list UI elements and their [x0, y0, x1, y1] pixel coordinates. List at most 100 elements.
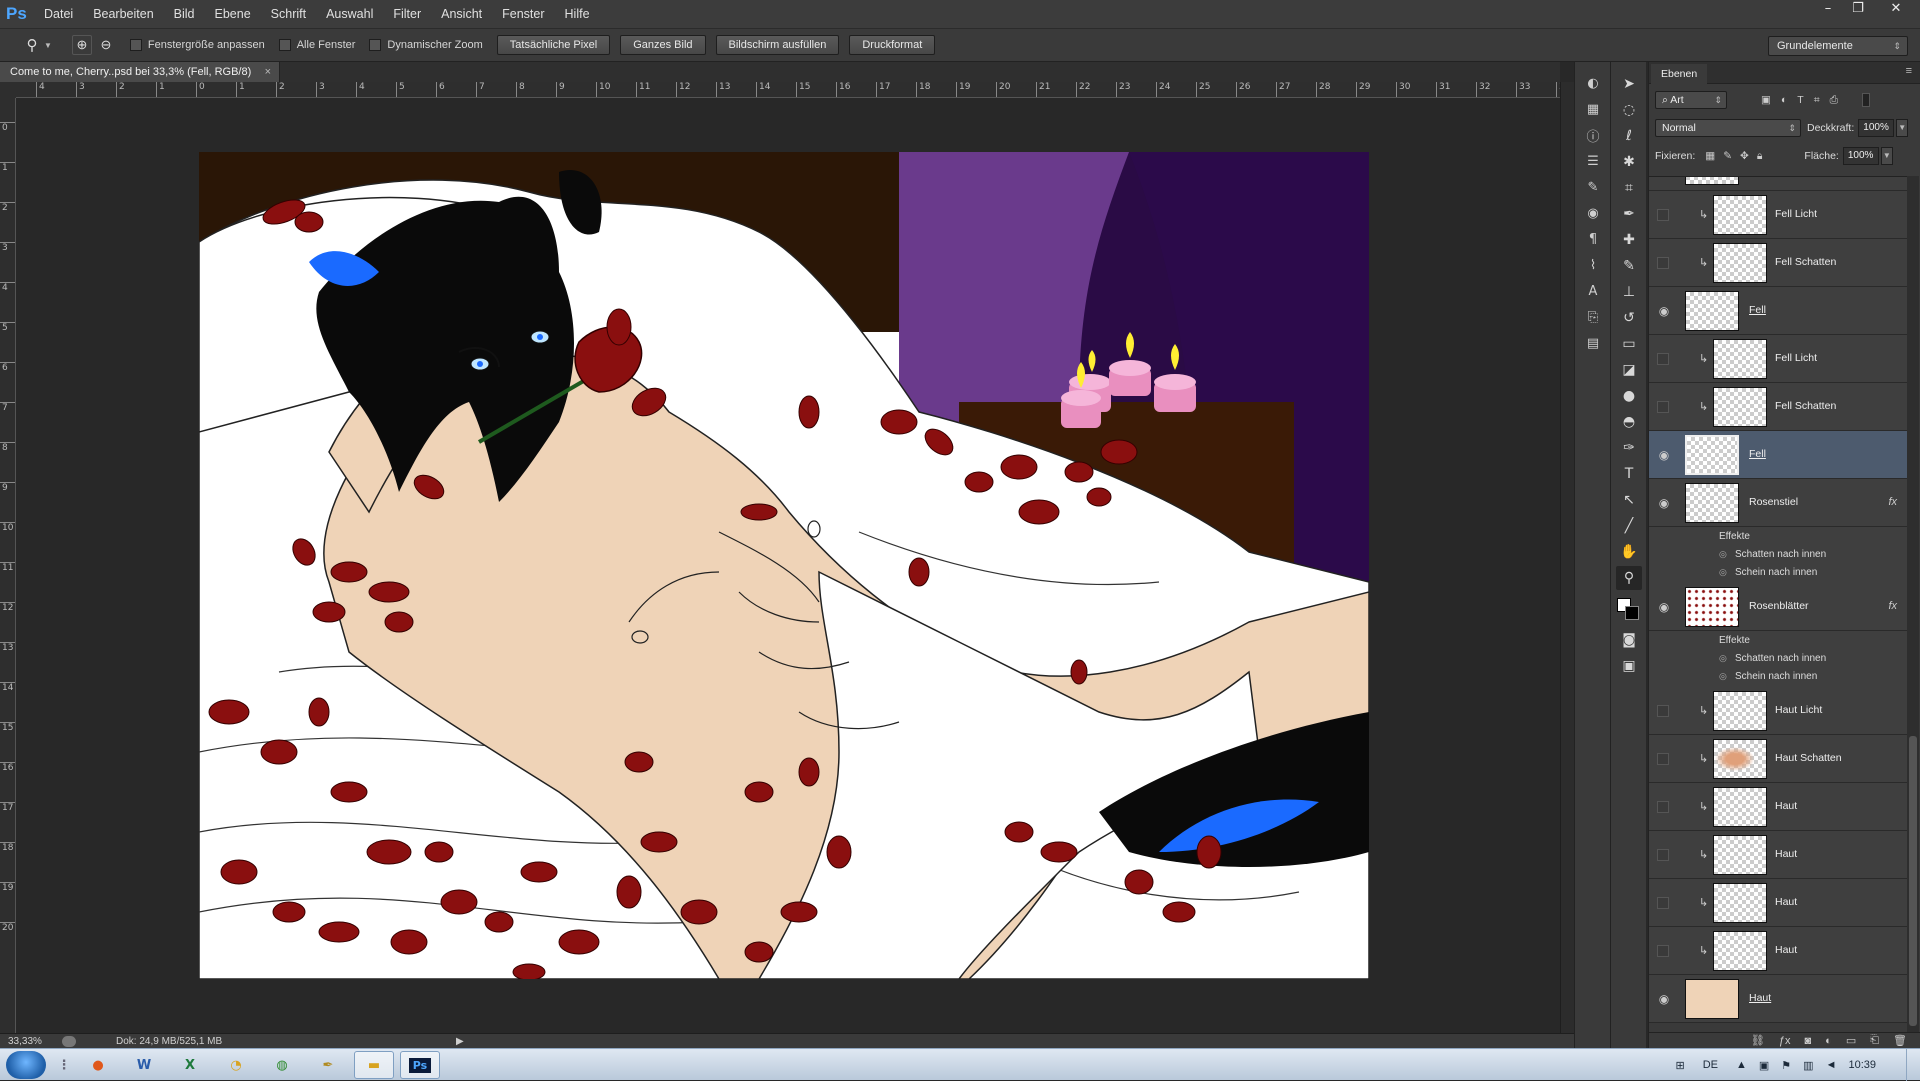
paragraph-icon[interactable]: ¶ — [1581, 228, 1605, 250]
visibility-toggle[interactable] — [1657, 897, 1669, 909]
tray-app-icon[interactable]: ▣ — [1759, 1059, 1769, 1072]
layer-row[interactable]: ↳ Fell Schatten — [1649, 383, 1907, 431]
character-icon[interactable]: A — [1581, 280, 1605, 302]
move-tool-icon[interactable]: ➤ — [1616, 72, 1642, 96]
vertical-ruler[interactable]: 01234567891011121314151617181920 — [0, 98, 16, 1033]
fill-screen-button[interactable]: Bildschirm ausfüllen — [716, 35, 840, 55]
lasso-tool-icon[interactable]: ℓ — [1616, 124, 1642, 148]
brush-presets-icon[interactable]: ✎ — [1581, 176, 1605, 198]
photoshop-icon[interactable]: Ps — [400, 1051, 440, 1079]
opacity-field[interactable]: 100% — [1858, 119, 1894, 137]
layer-name[interactable]: Fell Schatten — [1775, 256, 1836, 268]
ruler-corner[interactable] — [0, 82, 16, 98]
add-style-icon[interactable]: ƒx — [1779, 1035, 1791, 1047]
menu-datei[interactable]: Datei — [34, 7, 83, 21]
path-selection-tool-icon[interactable]: ↖ — [1616, 488, 1642, 512]
lock-all-icon[interactable]: 🔒︎ — [1757, 150, 1763, 163]
excel-icon[interactable]: X — [170, 1051, 210, 1079]
globe-icon[interactable]: ◍ — [262, 1051, 302, 1079]
zoom-level[interactable]: 33,33% — [8, 1036, 58, 1047]
effect-item[interactable]: Schatten nach innen — [1735, 653, 1826, 664]
eyedropper-tool-icon[interactable]: ✒ — [1616, 202, 1642, 226]
zoom-out-icon[interactable]: ⊖ — [96, 35, 116, 55]
layer-effects-icon[interactable]: fx — [1888, 496, 1897, 508]
history-brush-tool-icon[interactable]: ↺ — [1616, 306, 1642, 330]
layer-name[interactable]: Fell Licht — [1775, 352, 1817, 364]
eye-icon[interactable]: ◉ — [1655, 287, 1673, 334]
layer-name[interactable]: Haut — [1749, 992, 1771, 1004]
menu-ansicht[interactable]: Ansicht — [431, 7, 492, 21]
stamp-tool-icon[interactable]: ⊥ — [1616, 280, 1642, 304]
paint-bucket-tool-icon[interactable]: ◪ — [1616, 358, 1642, 382]
canvas-area[interactable] — [17, 99, 1560, 1033]
menu-bild[interactable]: Bild — [164, 7, 205, 21]
fill-field[interactable]: 100% — [1843, 147, 1879, 165]
all-windows-checkbox[interactable]: Alle Fenster — [279, 39, 356, 51]
layers-scroll-thumb[interactable] — [1909, 736, 1917, 1026]
filter-toggle[interactable] — [1862, 93, 1870, 107]
document-tab[interactable]: Come to me, Cherry..psd bei 33,3% (Fell,… — [0, 62, 280, 82]
firefox-icon[interactable]: ● — [78, 1051, 118, 1079]
delete-layer-icon[interactable]: 🗑︎ — [1893, 1034, 1907, 1047]
marquee-tool-icon[interactable]: ◌ — [1616, 98, 1642, 122]
layer-name[interactable]: Haut — [1775, 896, 1797, 908]
minimize-icon[interactable]: – — [1812, 0, 1844, 20]
add-mask-icon[interactable]: ◙ — [1805, 1035, 1812, 1047]
show-desktop-button[interactable] — [1906, 1049, 1920, 1081]
visibility-toggle[interactable] — [1657, 945, 1669, 957]
visibility-toggle[interactable] — [1657, 209, 1669, 221]
magic-wand-tool-icon[interactable]: ✱ — [1616, 150, 1642, 174]
visibility-toggle[interactable] — [1657, 257, 1669, 269]
fit-screen-button[interactable]: Ganzes Bild — [620, 35, 705, 55]
scrubby-zoom-checkbox[interactable]: Dynamischer Zoom — [369, 39, 482, 51]
lock-transparent-icon[interactable]: ▦ — [1705, 150, 1715, 162]
layer-row[interactable]: ◉ Fell — [1649, 287, 1907, 335]
blur-tool-icon[interactable]: ● — [1616, 384, 1642, 408]
brush-tool-icon[interactable]: ✎ — [1616, 254, 1642, 278]
zoom-tool-icon[interactable]: ⚲ — [1616, 566, 1642, 590]
swatches-icon[interactable]: ◉ — [1581, 202, 1605, 224]
filter-smart-object-icon[interactable]: ⎙ — [1830, 94, 1838, 107]
close-tab-icon[interactable]: × — [265, 62, 271, 82]
effect-item[interactable]: Schein nach innen — [1735, 567, 1817, 578]
visibility-toggle[interactable] — [1657, 753, 1669, 765]
eye-icon[interactable]: ◉ — [1655, 479, 1673, 526]
visibility-toggle[interactable] — [1657, 401, 1669, 413]
network-icon[interactable]: ▥ — [1803, 1059, 1813, 1072]
filter-adjustment-icon[interactable]: ◐ — [1781, 94, 1787, 106]
actions-icon[interactable]: ▤ — [1581, 332, 1605, 354]
print-size-button[interactable]: Druckformat — [849, 35, 935, 55]
layer-name[interactable]: Fell — [1749, 448, 1766, 460]
canvas-vertical-scrollbar[interactable] — [1560, 82, 1574, 1033]
clock-time[interactable]: 10:39 — [1848, 1059, 1876, 1071]
menu-filter[interactable]: Filter — [383, 7, 431, 21]
visibility-toggle[interactable] — [1657, 849, 1669, 861]
close-icon[interactable]: ✕ — [1880, 0, 1912, 20]
volume-icon[interactable]: ◄ — [1826, 1059, 1837, 1071]
layer-name[interactable]: Fell Schatten — [1775, 400, 1836, 412]
layer-name[interactable]: Haut — [1775, 944, 1797, 956]
menu-bearbeiten[interactable]: Bearbeiten — [83, 7, 163, 21]
histogram-icon[interactable]: ▦ — [1581, 98, 1605, 120]
clone-source-icon[interactable]: ⎘ — [1581, 306, 1605, 328]
tray-arrow-icon[interactable]: ▲ — [1736, 1059, 1747, 1071]
language-indicator[interactable]: DE — [1703, 1059, 1718, 1071]
menu-schrift[interactable]: Schrift — [261, 7, 316, 21]
visibility-toggle[interactable] — [1657, 353, 1669, 365]
dodge-tool-icon[interactable]: ◓ — [1616, 410, 1642, 434]
pen-icon[interactable]: ✒ — [308, 1051, 348, 1079]
layer-row[interactable]: ◉ Rosenstiel fx — [1649, 479, 1907, 527]
layer-name[interactable]: Haut — [1775, 848, 1797, 860]
effect-item[interactable]: Schatten nach innen — [1735, 549, 1826, 560]
new-group-icon[interactable]: ▭ — [1846, 1034, 1856, 1047]
layer-row[interactable]: ↳ Haut — [1649, 879, 1907, 927]
layer-row[interactable]: ↳ Haut Licht — [1649, 687, 1907, 735]
layer-filter-select[interactable]: ⌕ Art ⇕ — [1655, 91, 1727, 109]
opacity-dropdown-icon[interactable]: ▼ — [1896, 119, 1908, 137]
layer-name[interactable]: Fell — [1749, 304, 1766, 316]
info-icon[interactable]: ⓘ — [1581, 124, 1605, 146]
lock-position-icon[interactable]: ✥ — [1740, 150, 1749, 162]
eye-icon[interactable]: ◉ — [1655, 431, 1673, 478]
layer-row[interactable]: ↳ Haut — [1649, 783, 1907, 831]
workspace-select[interactable]: Grundelemente⇕ — [1768, 36, 1908, 56]
